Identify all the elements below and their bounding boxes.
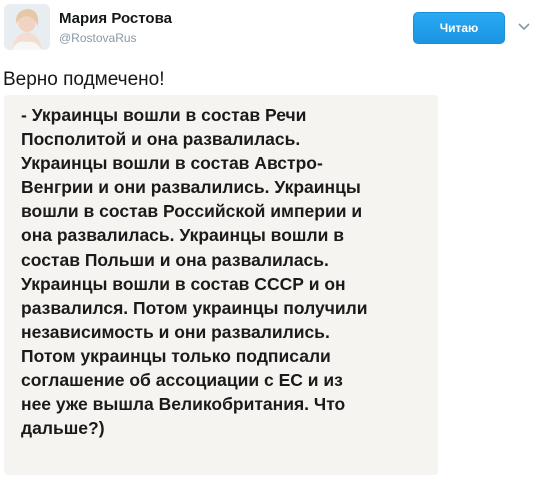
image-text-line: нее уже вышла Великобритания. Что xyxy=(21,394,346,415)
image-text-line: Украинцы вошли в состав Австро- xyxy=(21,153,323,174)
image-text-line: - Украинцы вошли в состав Речи xyxy=(21,105,307,125)
image-text-line: независимость и они развалились. xyxy=(21,321,330,342)
chevron-down-icon[interactable] xyxy=(517,20,531,34)
avatar-photo xyxy=(4,4,50,50)
image-text-line: развалился. Потом украинцы получили xyxy=(21,297,368,318)
attached-image[interactable]: - Украинцы вошли в состав Речи Посполито… xyxy=(4,95,438,475)
image-text-line: Венгрии и они развалились. Украинцы xyxy=(21,177,361,198)
image-text-line: Потом украинцы только подписали xyxy=(21,345,331,366)
avatar[interactable] xyxy=(4,4,50,50)
author-name[interactable]: Мария Ростова xyxy=(59,10,172,28)
image-text-line: состав Польши и она развалилась. xyxy=(21,249,329,270)
tweet-text: Верно подмечено! xyxy=(3,69,165,90)
image-text-line: Украинцы вошли в состав СССР и он xyxy=(21,273,346,294)
image-text-line: вошли в состав Российской империи и xyxy=(21,201,363,222)
author-block: Мария Ростова @RostovaRus xyxy=(59,10,172,46)
follow-button[interactable]: Читаю xyxy=(413,12,505,44)
image-text-line: она развалилась. Украинцы вошли в xyxy=(21,225,344,246)
image-text-line: Посполитой и она развалилась. xyxy=(21,129,301,150)
image-text-line: соглашение об ассоциации с ЕС и из xyxy=(21,370,343,391)
image-text-line: дальше?) xyxy=(21,418,105,439)
author-handle[interactable]: @RostovaRus xyxy=(59,30,172,46)
